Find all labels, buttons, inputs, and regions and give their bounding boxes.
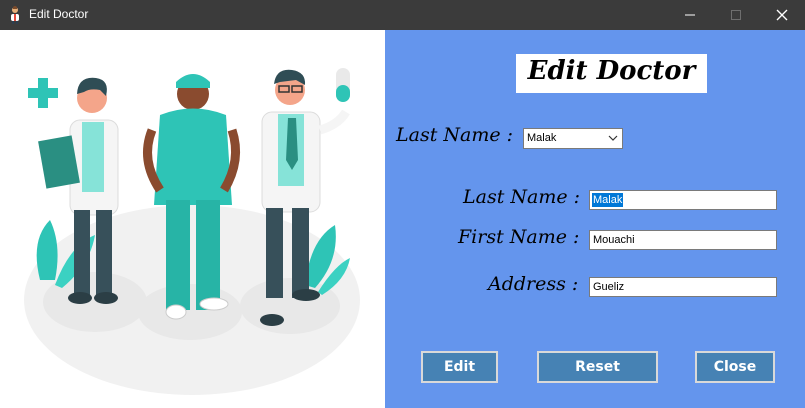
page-title: Edit Doctor	[527, 56, 696, 86]
reset-button[interactable]: Reset	[537, 351, 658, 383]
first-name-label: First Name :	[458, 226, 580, 248]
close-window-button[interactable]	[759, 0, 805, 30]
first-name-value: Mouachi	[593, 234, 635, 246]
minimize-button[interactable]	[667, 0, 713, 30]
last-name-value: Malak	[592, 193, 624, 207]
address-value: Gueliz	[593, 281, 625, 293]
close-icon	[776, 9, 788, 21]
last-name-field[interactable]: Malak	[589, 190, 777, 210]
doctors-illustration-graphic	[24, 68, 360, 395]
edit-button[interactable]: Edit	[421, 351, 498, 383]
address-label: Address :	[488, 273, 579, 295]
dropdown-selected-value: Malak	[527, 132, 557, 144]
doctor-app-icon	[11, 6, 19, 24]
address-field[interactable]: Gueliz	[589, 277, 777, 297]
doctors-illustration	[0, 30, 385, 408]
maximize-button[interactable]	[713, 0, 759, 30]
close-button[interactable]: Close	[695, 351, 775, 383]
last-name-dropdown[interactable]: Malak	[523, 128, 623, 149]
maximize-icon	[731, 10, 741, 20]
heading-box: Edit Doctor	[516, 54, 707, 93]
last-name-label: Last Name :	[463, 186, 581, 208]
select-last-name-label: Last Name :	[396, 124, 514, 146]
minimize-icon	[685, 14, 695, 16]
title-bar: Edit Doctor	[0, 0, 805, 30]
first-name-field[interactable]: Mouachi	[589, 230, 777, 250]
chevron-down-icon	[608, 135, 618, 141]
window-title: Edit Doctor	[29, 7, 89, 21]
